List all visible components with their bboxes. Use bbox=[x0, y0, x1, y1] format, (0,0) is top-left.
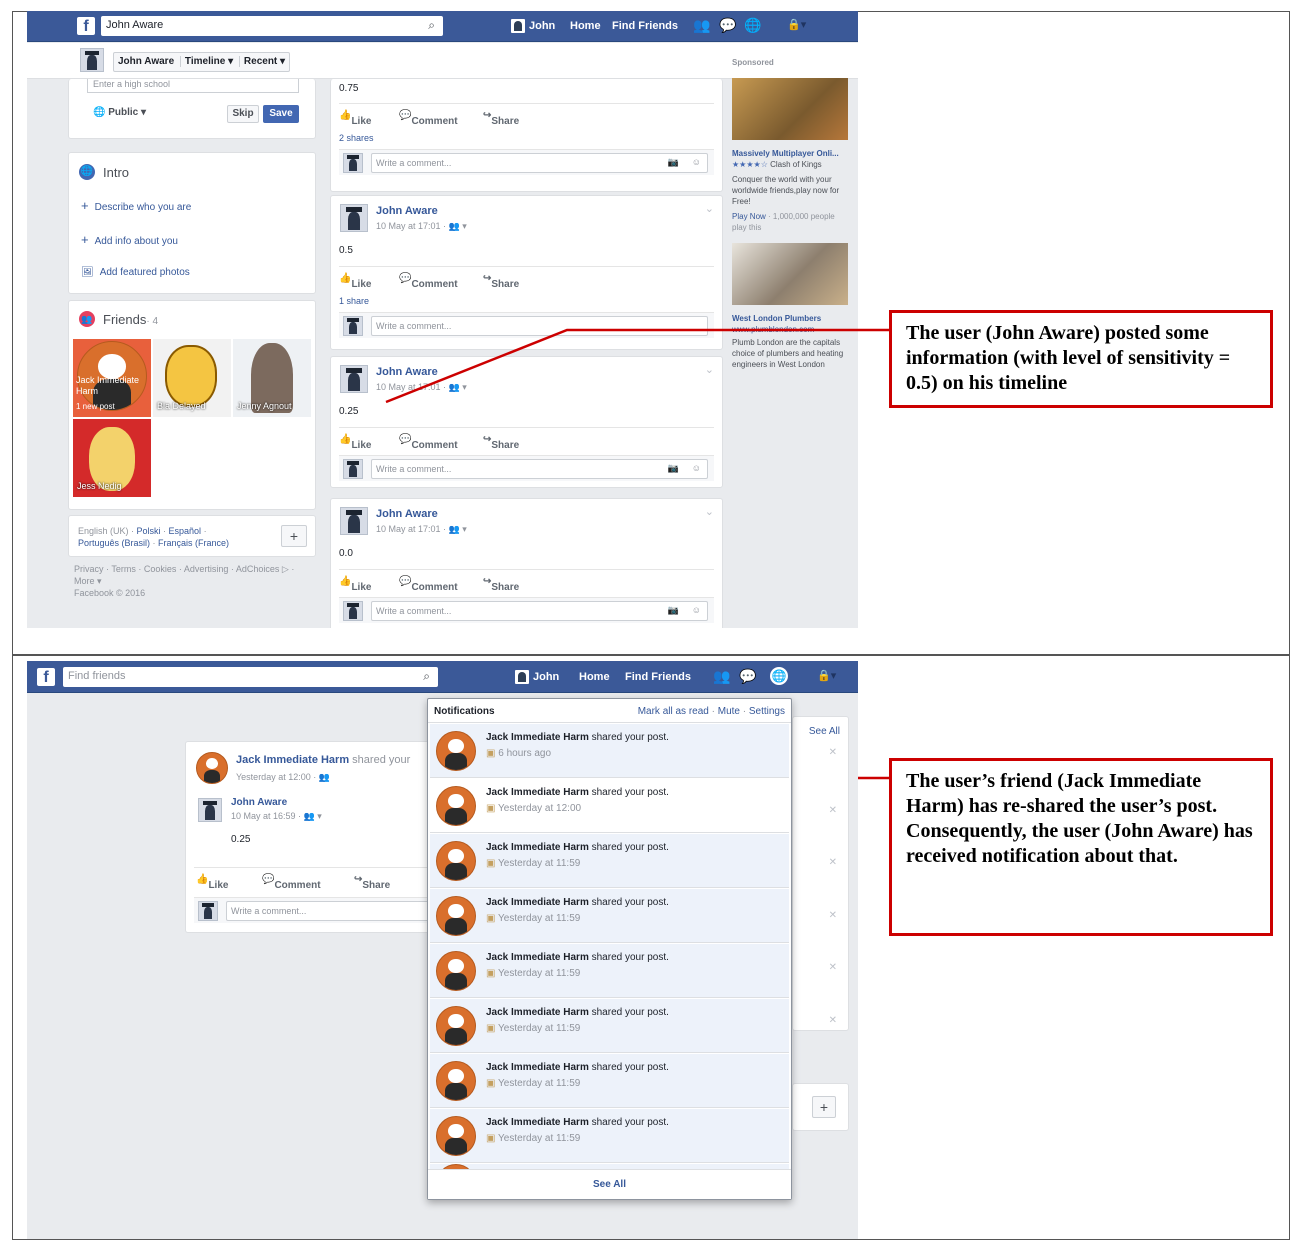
avatar bbox=[436, 951, 476, 991]
notifications-header: Notifications Mark all as read · Mute · … bbox=[428, 699, 791, 723]
close-icon[interactable]: ✕ bbox=[829, 857, 837, 868]
mute-link[interactable]: Mute bbox=[718, 706, 740, 717]
avatar bbox=[515, 670, 529, 684]
right-panel: See All ✕ ✕ ✕ ✕ ✕ ✕ bbox=[792, 716, 849, 1031]
nav-profile-link[interactable]: John bbox=[515, 670, 559, 684]
notification-item[interactable]: Jack Immediate Harm shared your post.Yes… bbox=[430, 889, 789, 943]
shared-post-header: Jack Immediate Harm shared your bbox=[236, 754, 411, 766]
avatar bbox=[436, 731, 476, 771]
notification-item[interactable]: Jack Immediate Harm shared your post.Yes… bbox=[430, 944, 789, 998]
avatar bbox=[436, 896, 476, 936]
notification-item[interactable]: Jack Immediate Harm shared your post.Yes… bbox=[430, 1109, 789, 1163]
post-content: 0.25 bbox=[231, 834, 251, 845]
notifications-globe-icon[interactable]: 🌐 bbox=[770, 667, 788, 685]
notifications-title: Notifications bbox=[434, 706, 495, 717]
avatar bbox=[198, 901, 218, 921]
notification-item[interactable]: Jack Immediate Harm shared your post.Yes… bbox=[430, 834, 789, 888]
annotation-box-top: The user (John Aware) posted some inform… bbox=[889, 310, 1273, 408]
comment-box: Write a comment... bbox=[194, 897, 435, 923]
avatar bbox=[436, 1061, 476, 1101]
search-icon[interactable]: ⌕ bbox=[423, 669, 430, 684]
privacy-shortcuts-icon[interactable]: 🔒▾ bbox=[817, 669, 836, 682]
notifications-screenshot: f Find friends ⌕ John Home Find Friends … bbox=[27, 661, 858, 1239]
notification-item[interactable]: Jack Immediate Harm shared your post.Yes… bbox=[430, 779, 789, 833]
avatar bbox=[436, 841, 476, 881]
avatar bbox=[436, 1116, 476, 1156]
nav-home-link[interactable]: Home bbox=[579, 671, 610, 683]
see-all-notifications-link[interactable]: See All bbox=[428, 1169, 791, 1199]
close-icon[interactable]: ✕ bbox=[829, 747, 837, 758]
post-meta: Yesterday at 12:00 · 👥 bbox=[236, 772, 330, 782]
facebook-logo-icon[interactable]: f bbox=[37, 668, 55, 686]
avatar bbox=[436, 786, 476, 826]
close-icon[interactable]: ✕ bbox=[829, 962, 837, 973]
notification-item[interactable]: Jack Immediate Harm shared your post.6 h… bbox=[430, 724, 789, 778]
avatar bbox=[196, 752, 228, 784]
notifications-actions: Mark all as read · Mute · Settings bbox=[637, 706, 785, 717]
friend-requests-icon[interactable]: 👥 bbox=[713, 668, 730, 685]
notification-item[interactable]: Jack Immediate Harm shared your post.Yes… bbox=[430, 1054, 789, 1108]
comment-button[interactable]: 💬 Comment bbox=[262, 874, 321, 891]
see-all-link[interactable]: See All bbox=[809, 726, 840, 737]
close-icon[interactable]: ✕ bbox=[829, 1015, 837, 1026]
close-icon[interactable]: ✕ bbox=[829, 805, 837, 816]
nav-find-friends-link[interactable]: Find Friends bbox=[625, 671, 691, 683]
search-input[interactable]: Find friends ⌕ bbox=[63, 667, 438, 687]
share-button[interactable]: ↪ Share bbox=[354, 874, 390, 891]
mark-all-read-link[interactable]: Mark all as read bbox=[638, 706, 709, 717]
notifications-dropdown: Notifications Mark all as read · Mute · … bbox=[427, 698, 792, 1200]
post-author[interactable]: John Aware bbox=[231, 797, 287, 808]
top-navbar: f Find friends ⌕ John Home Find Friends … bbox=[27, 661, 858, 693]
comment-input[interactable]: Write a comment... bbox=[226, 901, 429, 921]
shared-post-card: Jack Immediate Harm shared your Yesterda… bbox=[185, 741, 435, 933]
close-icon[interactable]: ✕ bbox=[829, 910, 837, 921]
settings-link[interactable]: Settings bbox=[749, 706, 785, 717]
post-meta: 10 May at 16:59 · 👥 ▾ bbox=[231, 811, 322, 821]
right-panel-lower: + bbox=[792, 1083, 849, 1131]
like-button[interactable]: 👍 Like bbox=[196, 874, 228, 891]
messages-icon[interactable]: 💬 bbox=[739, 668, 756, 685]
avatar bbox=[198, 798, 222, 822]
avatar bbox=[436, 1006, 476, 1046]
post-action-bar: 👍 Like 💬 Comment ↪ Share bbox=[194, 867, 435, 891]
add-button[interactable]: + bbox=[812, 1096, 836, 1118]
notification-item[interactable]: Jack Immediate Harm shared your post.Yes… bbox=[430, 999, 789, 1053]
annotation-box-bottom: The user’s friend (Jack Immediate Harm) … bbox=[889, 758, 1273, 936]
